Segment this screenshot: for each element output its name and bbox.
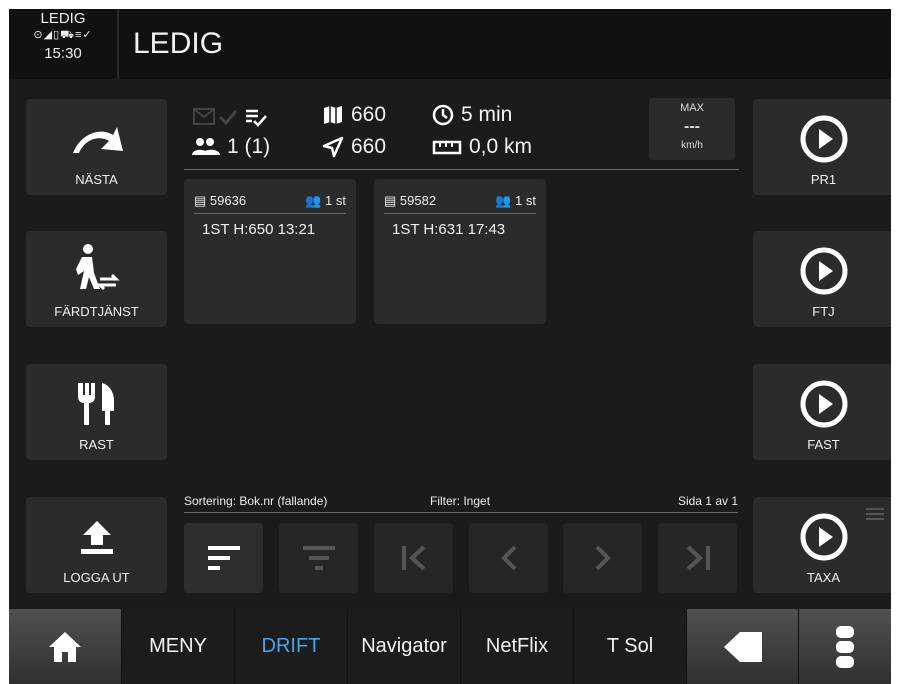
status-icons: ⊙◢▯⛟≡✓ xyxy=(33,29,93,41)
taxa-button[interactable]: TAXA xyxy=(753,497,891,593)
booking-card[interactable]: ▤ 59582 👥 1 st 1ST H:631 17:43 xyxy=(374,179,546,324)
menu-lines-icon xyxy=(866,507,884,526)
page-label: Sida 1 av 1 xyxy=(677,494,738,508)
first-page-icon xyxy=(401,545,425,571)
status-box[interactable]: LEDIG ⊙◢▯⛟≡✓ 15:30 xyxy=(9,9,119,79)
passengers-value: 1 (1) xyxy=(192,135,270,159)
more-icon xyxy=(836,625,854,668)
app-frame: LEDIG ⊙◢▯⛟≡✓ 15:30 LEDIG NÄSTA FÄRDTJÄNS… xyxy=(9,9,891,684)
booking-card-header: ▤ 59636 👥 1 st xyxy=(194,188,346,214)
booking-text: 1ST H:650 13:21 xyxy=(202,221,316,238)
play-circle-icon xyxy=(753,243,891,299)
page-title: LEDIG xyxy=(133,27,224,60)
list-toolbar-labels: Sortering: Bok.nr (fallande) Filter: Ing… xyxy=(184,493,738,513)
map-text: 660 xyxy=(351,103,387,126)
ftj-label: FTJ xyxy=(812,304,835,319)
distance-text: 0,0 km xyxy=(469,135,533,158)
last-page-button[interactable] xyxy=(658,523,737,593)
booking-card-header: ▤ 59582 👥 1 st xyxy=(384,188,536,214)
people-icon: 👥 xyxy=(495,192,512,208)
pr1-label: PR1 xyxy=(810,172,837,187)
first-page-button[interactable] xyxy=(374,523,453,593)
passengers-text: 1 (1) xyxy=(227,135,271,158)
clock-icon xyxy=(432,104,454,126)
fast-label: FAST xyxy=(807,437,840,452)
home-button[interactable] xyxy=(9,609,122,684)
booking-card[interactable]: ▤ 59636 👥 1 st 1ST H:650 13:21 xyxy=(184,179,356,324)
booking-count: 1 st xyxy=(515,192,536,208)
bottom-nav: MENY DRIFT Navigator NetFlix T Sol xyxy=(9,609,891,684)
nav-drift[interactable]: DRIFT xyxy=(235,609,348,684)
nav-value: 660 xyxy=(322,135,386,159)
logga-ut-button[interactable]: LOGGA UT xyxy=(26,497,167,593)
time-text: 5 min xyxy=(461,103,513,126)
map-value: 660 xyxy=(322,103,386,127)
nav-text: 660 xyxy=(351,135,387,158)
nasta-button[interactable]: NÄSTA xyxy=(26,99,167,195)
ruler-icon xyxy=(432,140,462,155)
filter-icon xyxy=(302,546,335,570)
sort-button[interactable] xyxy=(184,523,263,593)
speed-unit: km/h xyxy=(681,140,703,151)
pr1-button[interactable]: PR1 xyxy=(753,99,891,195)
redo-arrow-icon xyxy=(26,111,167,167)
taxa-label: TAXA xyxy=(807,570,840,585)
chevron-right-icon xyxy=(595,545,611,571)
booking-id: 59582 xyxy=(399,192,437,208)
booking-count: 1 st xyxy=(325,192,346,208)
play-circle-icon xyxy=(753,376,891,432)
booking-id-group: ▤ 59636 xyxy=(194,193,246,209)
chevron-left-icon xyxy=(500,545,516,571)
nav-navigator[interactable]: Navigator xyxy=(348,609,461,684)
speed-value: --- xyxy=(684,118,700,135)
play-circle-icon xyxy=(753,111,891,167)
logga-ut-label: LOGGA UT xyxy=(63,570,130,585)
toolbar-separator xyxy=(184,512,738,513)
upload-icon xyxy=(26,509,167,565)
rast-button[interactable]: RAST xyxy=(26,364,167,460)
fardtjanst-label: FÄRDTJÄNST xyxy=(54,304,139,319)
booking-count-group: 👥 1 st xyxy=(495,193,536,209)
status-time: 15:30 xyxy=(44,45,82,62)
ftj-button[interactable]: FTJ xyxy=(753,231,891,327)
filter-label: Filter: Inget xyxy=(430,494,491,508)
speed-label: MAX xyxy=(680,102,704,114)
sort-label: Sortering: Bok.nr (fallande) xyxy=(184,494,328,508)
clipboard-icon: ▤ xyxy=(384,192,397,208)
info-separator xyxy=(184,169,739,170)
walking-transfer-icon xyxy=(26,243,167,299)
distance-value: 0,0 km xyxy=(432,135,532,159)
booking-id: 59636 xyxy=(209,192,247,208)
nav-meny[interactable]: MENY xyxy=(122,609,235,684)
fardtjanst-button[interactable]: FÄRDTJÄNST xyxy=(26,231,167,327)
message-icons xyxy=(192,105,272,129)
back-button[interactable] xyxy=(687,609,799,684)
nav-t-sol[interactable]: T Sol xyxy=(574,609,687,684)
time-value: 5 min xyxy=(432,103,512,127)
status-label: LEDIG xyxy=(40,10,86,27)
clipboard-icon: ▤ xyxy=(194,192,207,208)
booking-id-group: ▤ 59582 xyxy=(384,193,436,209)
header-bar xyxy=(119,9,891,79)
home-icon xyxy=(49,631,81,662)
nav-netflix[interactable]: NetFlix xyxy=(461,609,574,684)
rast-label: RAST xyxy=(79,437,114,452)
group-icon xyxy=(192,138,220,155)
booking-count-group: 👥 1 st xyxy=(305,193,346,209)
people-icon: 👥 xyxy=(305,192,322,208)
more-button[interactable] xyxy=(799,609,891,684)
back-arrow-icon xyxy=(723,631,762,662)
next-page-button[interactable] xyxy=(563,523,642,593)
map-icon xyxy=(324,106,342,124)
speed-box: MAX --- km/h xyxy=(649,98,735,160)
sort-icon xyxy=(207,546,240,570)
booking-text: 1ST H:631 17:43 xyxy=(392,221,506,238)
navigation-icon xyxy=(322,136,344,158)
nasta-label: NÄSTA xyxy=(75,172,118,187)
fast-button[interactable]: FAST xyxy=(753,364,891,460)
prev-page-button[interactable] xyxy=(469,523,548,593)
filter-button[interactable] xyxy=(279,523,358,593)
last-page-icon xyxy=(686,545,710,571)
restaurant-icon xyxy=(26,376,167,432)
